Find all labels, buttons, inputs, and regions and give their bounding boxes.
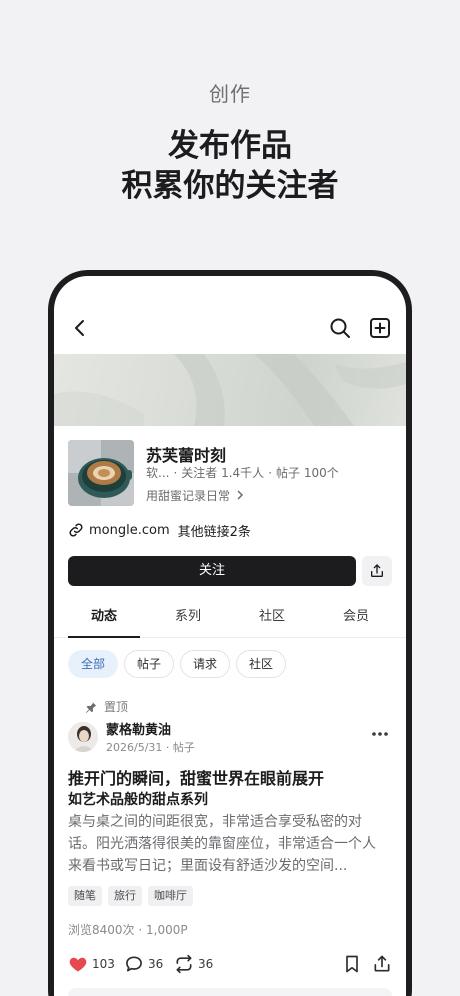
share-icon xyxy=(371,564,383,577)
post-subtitle: 如艺术品般的甜点系列 xyxy=(68,792,208,808)
separator-dot: · xyxy=(165,741,173,754)
like-count: 103 xyxy=(92,957,115,971)
coffee-cup-image xyxy=(68,440,134,506)
profile-post-count: 帖子 100个 xyxy=(276,466,339,480)
repost-icon xyxy=(176,954,192,974)
top-nav-bar xyxy=(54,312,406,344)
heart-icon xyxy=(69,957,87,972)
author-avatar-image xyxy=(68,722,98,752)
separator-dot: · xyxy=(268,466,273,480)
post-tag[interactable]: 旅行 xyxy=(108,886,142,906)
author-avatar[interactable] xyxy=(68,722,98,752)
comment-icon xyxy=(126,956,142,972)
separator-dot: · xyxy=(173,466,178,480)
post-title[interactable]: 推开门的瞬间，甜蜜世界在眼前展开 xyxy=(68,765,324,789)
tab-community[interactable]: 社区 xyxy=(236,598,308,638)
post-type: 帖子 xyxy=(172,741,195,754)
banner-shadow-pattern xyxy=(54,354,406,426)
profile-banner xyxy=(54,354,406,426)
profile-avatar[interactable] xyxy=(68,440,134,506)
plus-square-icon[interactable] xyxy=(368,316,392,340)
search-icon[interactable] xyxy=(328,316,352,340)
post-tag[interactable]: 咖啡厅 xyxy=(148,886,193,906)
post-body[interactable]: 桌与桌之间的间距很宽，非常适合享受私密的对话。阳光洒落得很美的靠窗座位，非常适合… xyxy=(68,811,386,877)
chevron-left-icon[interactable] xyxy=(68,316,92,340)
post-actions: 103 36 36 xyxy=(68,952,392,976)
profile-bio[interactable]: 用甜蜜记录日常 xyxy=(146,487,244,504)
profile-category[interactable]: 软... xyxy=(146,466,169,480)
profile-followers[interactable]: 关注者 1.4千人 xyxy=(181,466,264,480)
profile-meta: 软... · 关注者 1.4千人 · 帖子 100个 xyxy=(146,464,339,481)
follow-button[interactable]: 关注 xyxy=(68,556,356,586)
profile-tabs: 动态 系列 社区 会员 xyxy=(54,598,406,638)
post-price: 1,000P xyxy=(146,923,188,937)
share-button[interactable] xyxy=(362,556,392,586)
profile-name: 苏芙蕾时刻 xyxy=(146,446,227,465)
post-views: 浏览8400次 xyxy=(68,923,135,937)
phone-frame: 苏芙蕾时刻 软... · 关注者 1.4千人 · 帖子 100个 用甜蜜记录日常 mon… xyxy=(48,270,412,996)
phone-screen: 苏芙蕾时刻 软... · 关注者 1.4千人 · 帖子 100个 用甜蜜记录日常 mon… xyxy=(54,276,406,996)
repost-button[interactable]: 36 xyxy=(174,954,213,974)
bookmark-icon[interactable] xyxy=(342,954,362,974)
tab-posts-feed[interactable]: 动态 xyxy=(68,598,140,638)
post-tag[interactable]: 随笔 xyxy=(68,886,102,906)
separator-dot: · xyxy=(134,923,146,937)
profile-bio-text: 用甜蜜记录日常 xyxy=(146,489,231,503)
other-links[interactable]: 其他链接2条 xyxy=(178,521,251,540)
filter-chips: 全部 帖子 请求 社区 xyxy=(68,650,287,678)
pinned-label: 置顶 xyxy=(84,698,128,715)
post-date: 2026/5/31 xyxy=(106,741,163,754)
link-icon xyxy=(69,523,83,537)
chevron-right-icon xyxy=(237,490,243,500)
pinned-text: 置顶 xyxy=(104,700,129,714)
tab-series[interactable]: 系列 xyxy=(152,598,224,638)
profile-links: mongle.com 其他链接2条 xyxy=(68,521,251,540)
post-stats: 浏览8400次 · 1,000P xyxy=(68,921,188,938)
filter-chip-posts[interactable]: 帖子 xyxy=(124,650,175,678)
next-post-card[interactable] xyxy=(68,988,392,996)
post-tags: 随笔 旅行 咖啡厅 xyxy=(68,886,193,906)
repost-count: 36 xyxy=(198,957,214,971)
promo-kicker: 创作 xyxy=(209,82,251,106)
promo-title-line2: 积累你的关注者 xyxy=(121,168,339,204)
pin-icon xyxy=(86,701,97,713)
more-icon[interactable] xyxy=(370,728,390,740)
promo-title-line1: 发布作品 xyxy=(168,128,292,164)
filter-chip-requests[interactable]: 请求 xyxy=(180,650,231,678)
profile-link[interactable]: mongle.com xyxy=(89,523,170,538)
promo-title: 发布作品 积累你的关注者 xyxy=(0,126,460,206)
share-icon[interactable] xyxy=(372,954,392,974)
post-author[interactable]: 蒙格勒黄油 xyxy=(106,719,171,738)
comment-count: 36 xyxy=(148,957,164,971)
comment-button[interactable]: 36 xyxy=(124,954,163,974)
like-button[interactable]: 103 xyxy=(68,954,115,974)
tab-membership[interactable]: 会员 xyxy=(320,598,392,638)
post-date-row: 2026/5/31 · 帖子 xyxy=(106,739,195,755)
filter-chip-community[interactable]: 社区 xyxy=(236,650,287,678)
filter-chip-all[interactable]: 全部 xyxy=(68,650,119,678)
